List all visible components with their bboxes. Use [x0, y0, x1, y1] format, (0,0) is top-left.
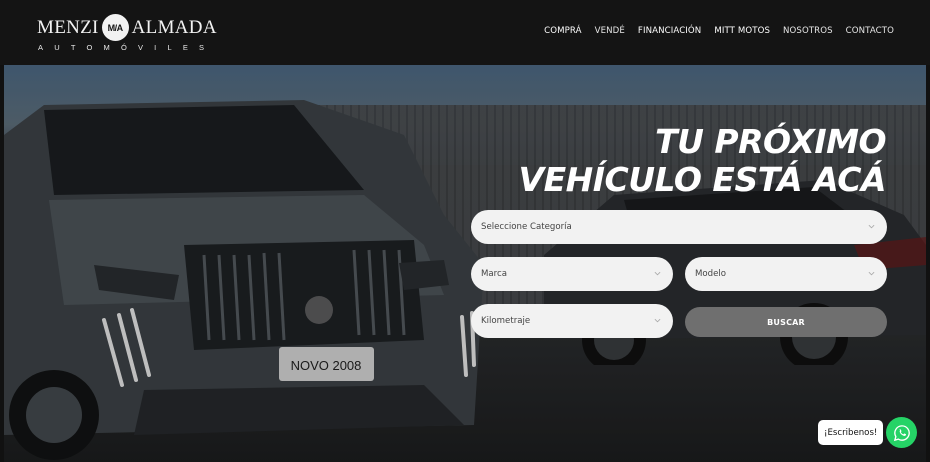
- headline-line-1: TU PRÓXIMO: [655, 122, 886, 161]
- chevron-down-icon: [654, 318, 661, 323]
- chevron-down-icon: [868, 224, 875, 229]
- nav-item-nosotros[interactable]: NOSOTROS: [783, 26, 833, 36]
- brand-select[interactable]: Marca: [471, 257, 673, 291]
- brand-logo[interactable]: MENZI M/A ALMADA AUTOMÓVILES: [37, 12, 217, 56]
- nav-item-contacto[interactable]: CONTACTO: [846, 26, 894, 36]
- top-navbar: MENZI M/A ALMADA AUTOMÓVILES COMPRÁ VEND…: [0, 0, 930, 65]
- model-select-label: Modelo: [695, 269, 727, 279]
- logo-subtitle: AUTOMÓVILES: [38, 43, 216, 52]
- main-nav: COMPRÁ VENDÉ FINANCIACIÓN MITT MOTOS NOS…: [544, 26, 894, 36]
- logo-word-left: MENZI: [37, 16, 99, 38]
- mileage-select-label: Kilometraje: [481, 316, 531, 326]
- logo-word-right: ALMADA: [131, 16, 217, 38]
- nav-item-mitt-motos[interactable]: MITT MOTOS: [714, 26, 770, 36]
- category-select-label: Seleccione Categoría: [481, 222, 572, 232]
- nav-item-financiacion[interactable]: FINANCIACIÓN: [638, 26, 701, 36]
- nav-item-vende[interactable]: VENDÉ: [595, 26, 625, 36]
- logo-monogram: M/A: [101, 14, 129, 41]
- search-button[interactable]: BUSCAR: [685, 307, 887, 337]
- chat-bubble[interactable]: ¡Escribenos!: [818, 420, 884, 445]
- category-select[interactable]: Seleccione Categoría: [471, 210, 887, 244]
- model-select[interactable]: Modelo: [685, 257, 887, 291]
- chevron-down-icon: [868, 271, 875, 276]
- chevron-down-icon: [654, 271, 661, 276]
- brand-select-label: Marca: [481, 269, 508, 279]
- headline-line-2: VEHÍCULO ESTÁ ACÁ: [518, 160, 887, 199]
- nav-item-compra[interactable]: COMPRÁ: [544, 26, 581, 36]
- mileage-select[interactable]: Kilometraje: [471, 304, 673, 338]
- whatsapp-icon: [893, 424, 910, 441]
- logo-wordmark: MENZI M/A ALMADA: [37, 14, 217, 41]
- whatsapp-button[interactable]: [886, 417, 917, 448]
- hero-headline: TU PRÓXIMO VEHÍCULO ESTÁ ACÁ: [518, 122, 887, 199]
